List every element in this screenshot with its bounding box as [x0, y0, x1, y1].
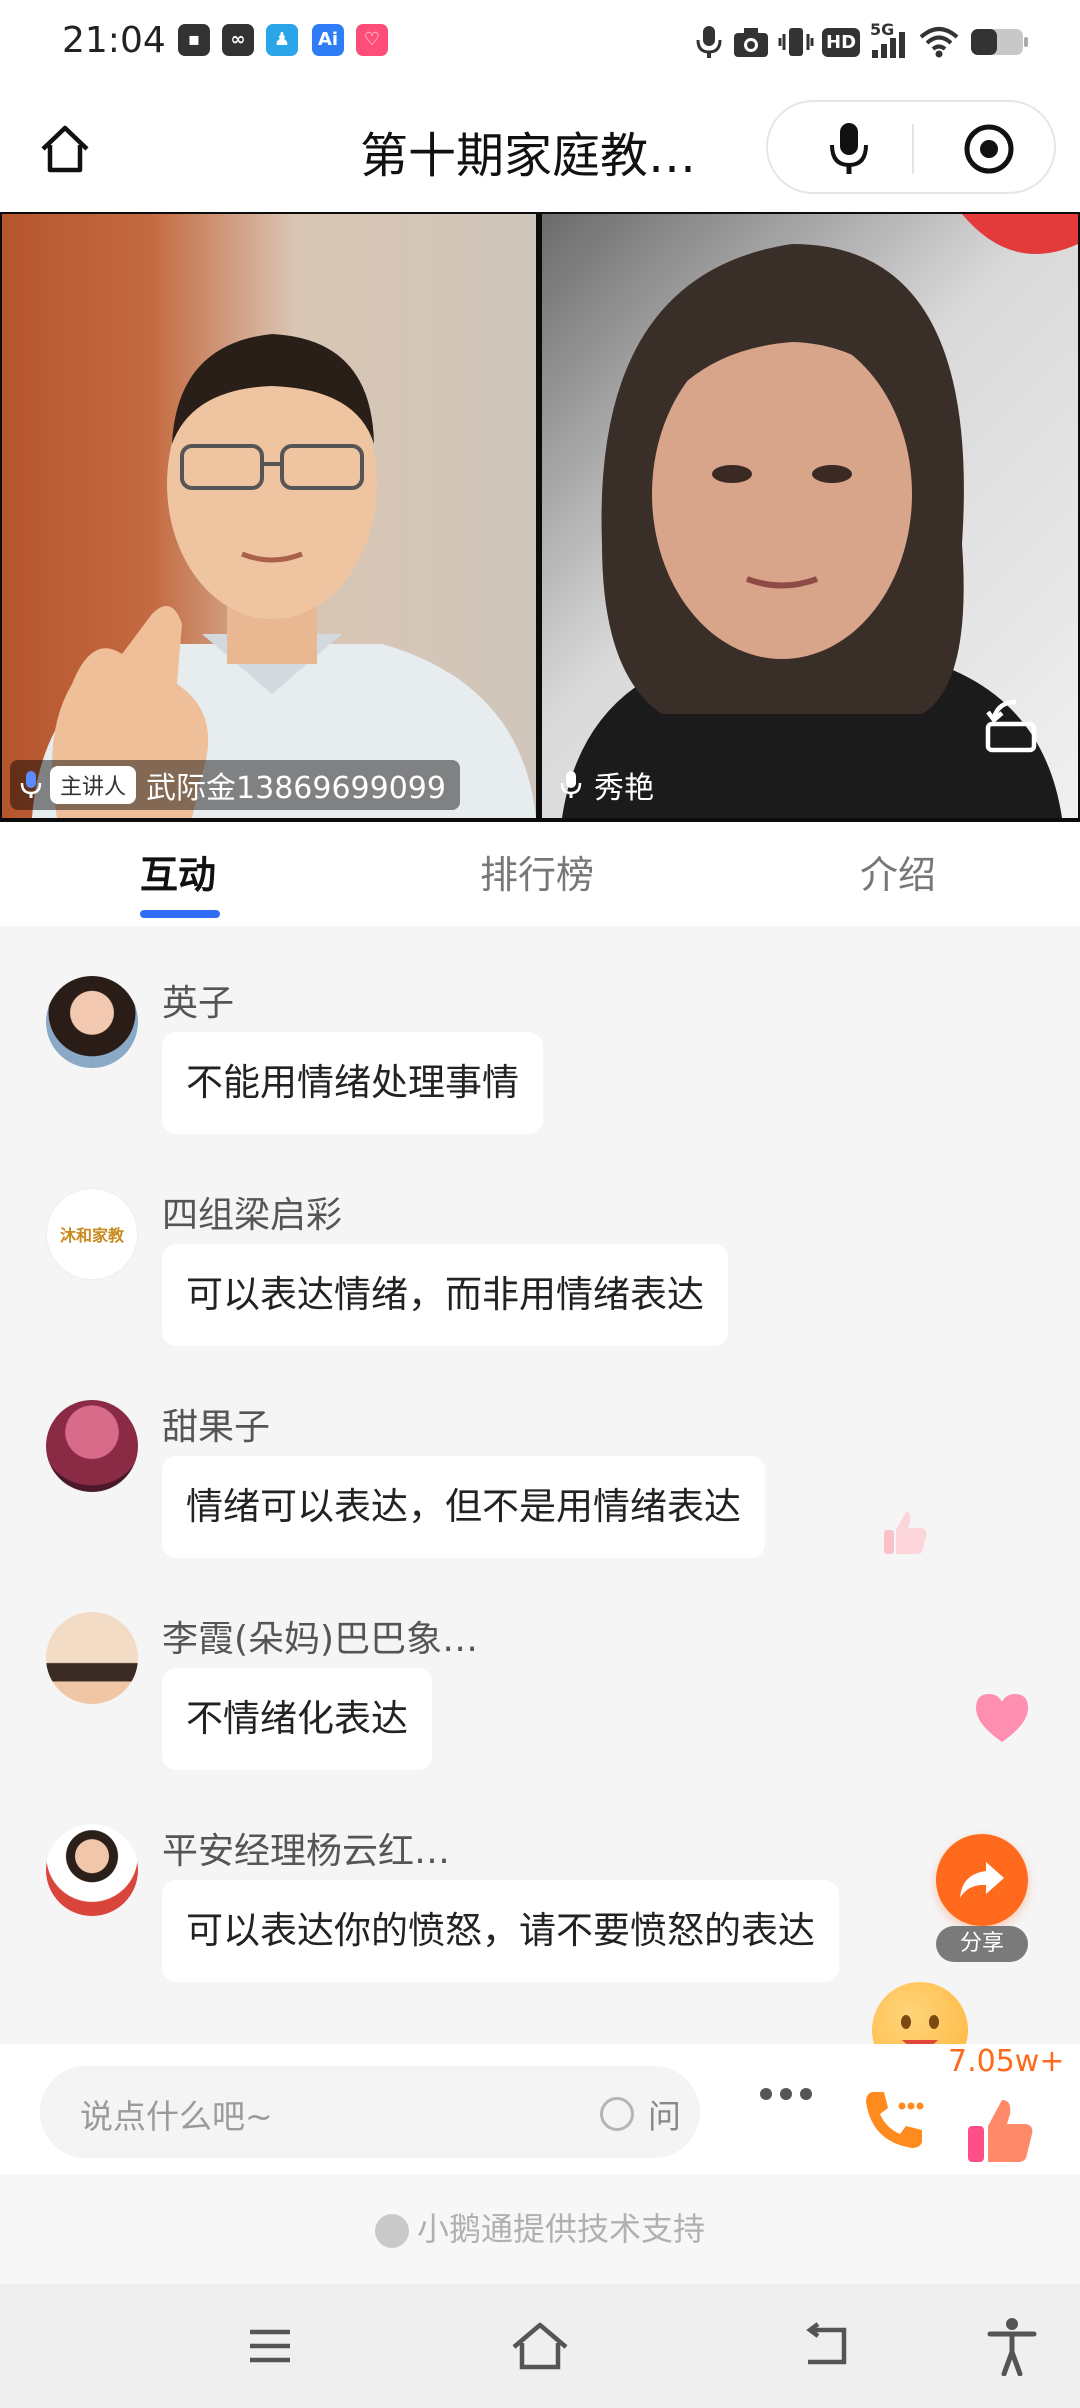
call-button[interactable]	[858, 2084, 930, 2156]
tab-intro[interactable]: 介绍	[860, 844, 936, 899]
tab-interaction[interactable]: 互动	[140, 844, 216, 899]
page-title: 第十期家庭教…	[360, 128, 697, 184]
home-icon	[41, 125, 89, 173]
ask-checkbox[interactable]	[600, 2097, 634, 2131]
camera-in-use-icon	[734, 28, 768, 57]
message-bubble[interactable]: 不情绪化表达	[162, 1668, 432, 1770]
message-app-icon: ▪	[178, 24, 210, 56]
home-button[interactable]	[30, 114, 100, 184]
message-bubble[interactable]: 可以表达你的愤怒，请不要愤怒的表达	[162, 1880, 839, 1982]
system-nav-bar	[0, 2284, 1080, 2408]
message-bubble[interactable]: 可以表达情绪，而非用情绪表达	[162, 1244, 728, 1346]
sender-name: 平安经理杨云红…	[162, 1831, 451, 1872]
hd-icon: HD	[822, 27, 861, 57]
avatar[interactable]: 沐和家教	[46, 1188, 138, 1280]
ask-label: 问	[648, 2097, 681, 2136]
phone-icon	[866, 2092, 924, 2148]
more-dot	[760, 2088, 772, 2100]
battery-icon	[971, 29, 1029, 55]
avatar-logo-text: 沐和家教	[59, 1226, 124, 1245]
guest-name-tag: 秀艳	[550, 760, 668, 810]
more-dot	[800, 2088, 812, 2100]
share-arrow-icon	[960, 1862, 1004, 1898]
rotate-icon	[985, 699, 1037, 753]
ai-app-icon: Ai	[312, 24, 344, 56]
guest-video[interactable]: 秀艳	[542, 214, 1078, 818]
xiaoetong-logo-icon	[374, 2214, 409, 2248]
mic-icon	[560, 771, 582, 798]
chat-list[interactable]: 英子 不能用情绪处理事情 沐和家教 四组梁启彩 可以表达情绪，而非用情绪表达 甜…	[0, 926, 1080, 2044]
host-video[interactable]: 主讲人 武际金13869699099	[2, 214, 536, 818]
top-bar: 第十期家庭教…	[0, 86, 1080, 212]
like-count: 7.05w+	[948, 2044, 1065, 2079]
active-tab-indicator	[140, 910, 220, 918]
vibrate-icon	[778, 28, 814, 56]
nav-home-icon	[512, 2322, 568, 2370]
mic-in-use-icon	[696, 26, 722, 58]
status-right-icons: HD 5G	[694, 20, 1030, 62]
video-area: 主讲人 武际金13869699099 秀艳	[0, 212, 1080, 822]
more-button[interactable]	[760, 2088, 812, 2100]
5g-signal-icon: 5G	[870, 20, 906, 60]
avatar[interactable]	[46, 1824, 138, 1916]
host-name-tag: 主讲人 武际金13869699099	[10, 760, 460, 810]
capsule-divider	[912, 124, 914, 174]
rotate-screen-button[interactable]	[976, 690, 1048, 762]
like-button[interactable]	[964, 2096, 1036, 2168]
powered-by: 小鹅通提供技术支持	[0, 2204, 1080, 2250]
comment-input[interactable]: 说点什么吧~ 问	[40, 2066, 700, 2158]
avatar[interactable]	[46, 1400, 138, 1492]
accessibility-icon	[987, 2318, 1037, 2376]
lala-app-icon: ♡	[356, 24, 388, 56]
floating-thumbs-up-icon	[884, 1512, 927, 1554]
more-dot	[780, 2088, 792, 2100]
share-label: 分享	[936, 1926, 1028, 1962]
nav-back-button[interactable]	[790, 2310, 862, 2382]
nav-accessibility-button[interactable]	[976, 2310, 1048, 2382]
avatar[interactable]	[46, 1612, 138, 1704]
message-bubble[interactable]: 情绪可以表达，但不是用情绪表达	[162, 1456, 765, 1558]
share-button[interactable]	[936, 1834, 1028, 1926]
sender-name: 甜果子	[162, 1407, 271, 1448]
mic-button[interactable]	[816, 116, 882, 182]
floating-heart-icon	[976, 1694, 1028, 1742]
microphone-icon	[830, 123, 868, 174]
message-bubble[interactable]: 不能用情绪处理事情	[162, 1032, 543, 1134]
powered-by-text: 小鹅通提供技术支持	[416, 2210, 705, 2248]
menu-icon	[250, 2329, 290, 2363]
mini-program-capsule	[766, 100, 1056, 194]
input-bar: 说点什么吧~ 问 7.05w+	[0, 2044, 1080, 2174]
status-time: 21:04	[62, 20, 166, 61]
host-figure-image	[32, 334, 536, 818]
close-miniprogram-button[interactable]	[956, 116, 1022, 182]
thumbs-up-icon	[968, 2100, 1033, 2162]
ask-question-toggle[interactable]: 问	[600, 2090, 681, 2138]
target-close-icon	[964, 124, 1014, 174]
guest-name: 秀艳	[594, 771, 654, 806]
wifi-icon	[919, 27, 959, 58]
sender-name: 四组梁启彩	[162, 1195, 343, 1236]
host-name: 武际金13869699099	[146, 771, 446, 806]
back-icon	[806, 2322, 847, 2365]
qq-icon: ♟	[266, 24, 298, 56]
link-app-icon: ∞	[222, 24, 254, 56]
tab-ranking[interactable]: 排行榜	[480, 844, 594, 899]
sender-name: 英子	[162, 983, 235, 1024]
tab-bar: 互动 排行榜 介绍	[0, 822, 1080, 926]
nav-menu-button[interactable]	[234, 2310, 306, 2382]
host-badge: 主讲人	[50, 766, 137, 804]
mic-active-icon	[20, 771, 42, 798]
comment-placeholder: 说点什么吧~	[80, 2097, 273, 2136]
avatar[interactable]	[46, 976, 138, 1068]
sender-name: 李霞(朵妈)巴巴象…	[162, 1619, 479, 1660]
status-bar: 21:04 ▪ ∞ ♟ Ai ♡ HD 5G	[0, 0, 1080, 86]
nav-home-button[interactable]	[504, 2310, 576, 2382]
